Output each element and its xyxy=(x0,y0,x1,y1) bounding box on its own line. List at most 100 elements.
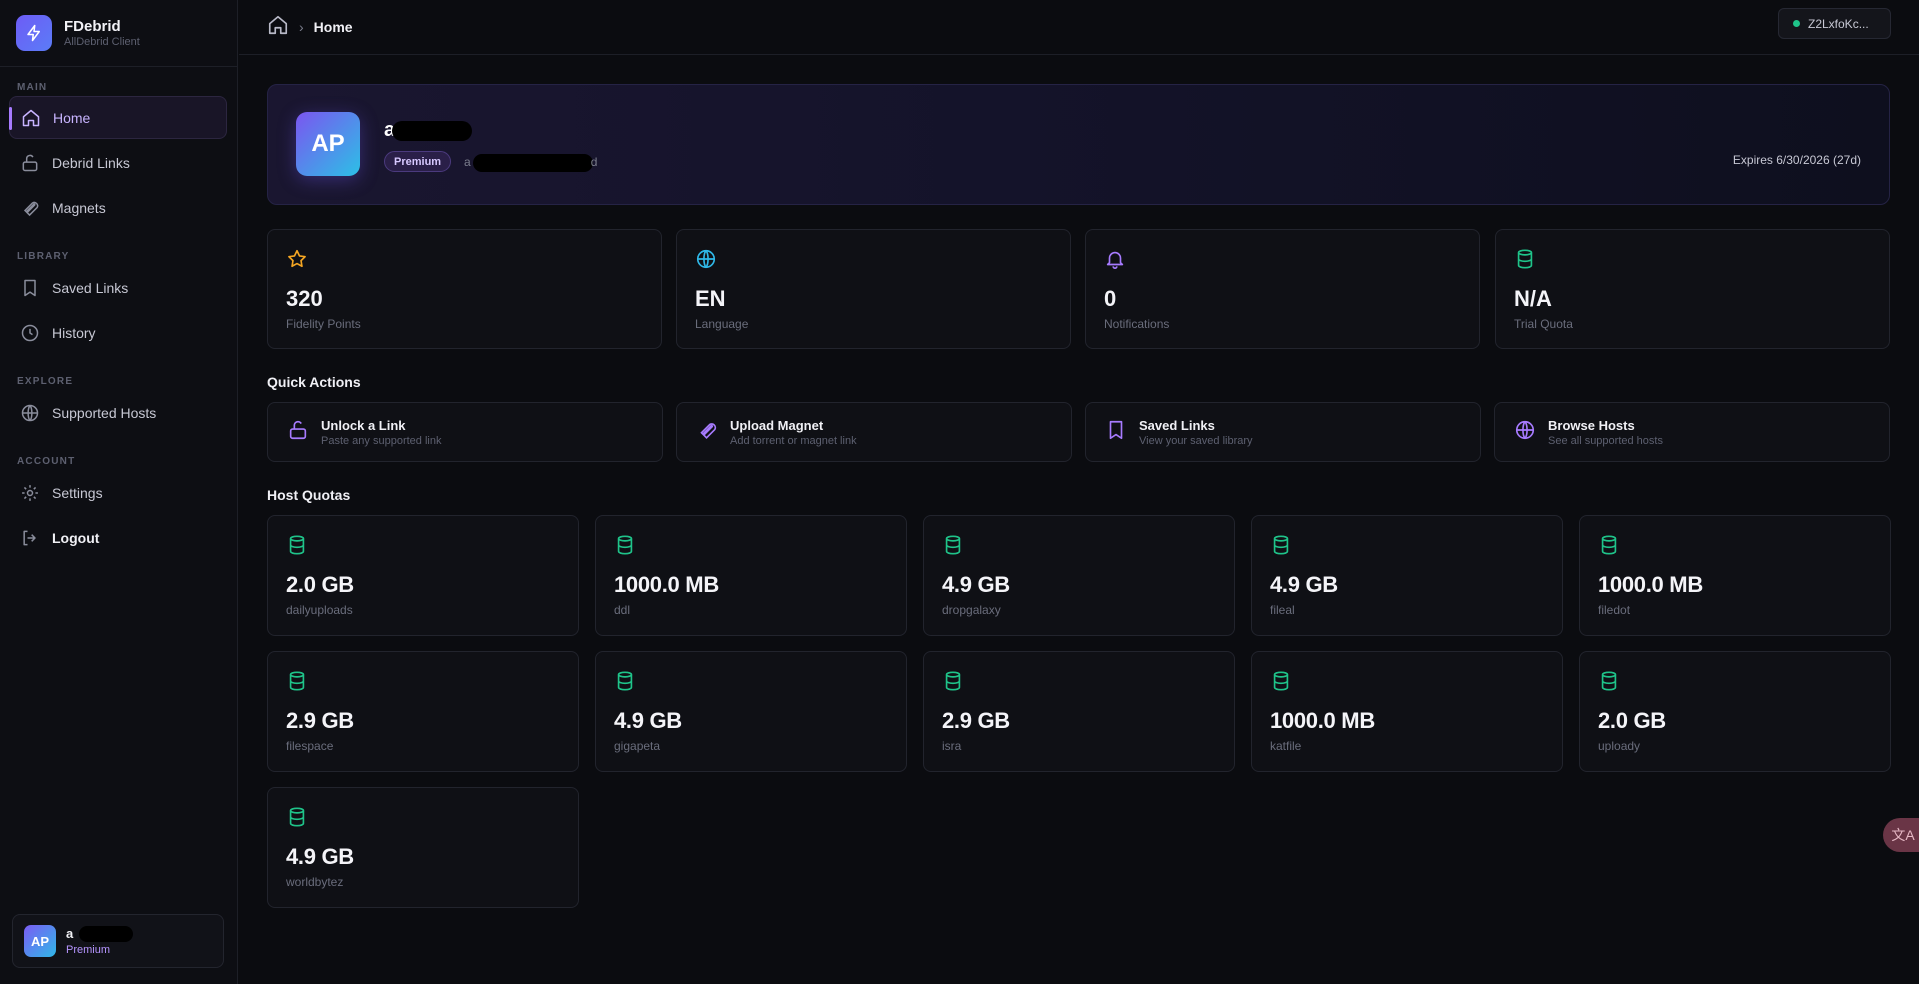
stat-card-language: EN Language xyxy=(676,229,1071,349)
database-icon xyxy=(614,534,636,556)
redaction-block xyxy=(472,154,593,172)
unlock-icon xyxy=(287,419,309,446)
magnet-icon xyxy=(19,197,41,219)
stat-card-fidelity: 320 Fidelity Points xyxy=(267,229,662,349)
quick-action-subtitle: View your saved library xyxy=(1139,434,1253,447)
breadcrumb-home-icon[interactable] xyxy=(267,14,289,41)
section-label-explore: EXPLORE xyxy=(17,376,74,387)
quota-card: 4.9 GB dropgalaxy xyxy=(923,515,1235,636)
section-label-library: LIBRARY xyxy=(17,251,70,262)
stat-label: Trial Quota xyxy=(1514,317,1573,331)
sidebar-item-label: Saved Links xyxy=(52,279,129,296)
sidebar-item-debrid-links[interactable]: Debrid Links xyxy=(9,141,227,184)
profile-name: a xyxy=(384,119,473,142)
brand-title: FDebrid xyxy=(64,18,121,35)
quota-host: filedot xyxy=(1598,603,1631,617)
stat-label: Fidelity Points xyxy=(286,317,361,331)
user-name: a xyxy=(66,926,133,943)
redaction-block xyxy=(392,120,473,141)
stat-label: Notifications xyxy=(1104,317,1170,331)
sidebar: FDebrid AllDebrid Client MAIN Home Debri… xyxy=(0,0,238,984)
avatar: AP xyxy=(296,112,360,176)
quick-action-upload-magnet[interactable]: Upload Magnet Add torrent or magnet link xyxy=(676,402,1072,462)
database-icon xyxy=(1270,534,1292,556)
globe-icon xyxy=(19,402,41,424)
host-quotas-title: Host Quotas xyxy=(267,487,351,503)
sidebar-item-label: Supported Hosts xyxy=(52,404,157,421)
star-icon xyxy=(286,248,308,270)
database-icon xyxy=(1514,248,1536,270)
quick-actions-title: Quick Actions xyxy=(267,374,361,390)
database-icon xyxy=(942,534,964,556)
redaction-block xyxy=(78,926,133,943)
quick-action-title: Upload Magnet xyxy=(730,417,824,433)
stat-value: N/A xyxy=(1514,286,1552,311)
sidebar-item-label: Debrid Links xyxy=(52,154,130,171)
globe-icon xyxy=(1514,419,1536,446)
sidebar-item-saved-links[interactable]: Saved Links xyxy=(9,266,227,309)
sidebar-item-magnets[interactable]: Magnets xyxy=(9,186,227,229)
database-icon xyxy=(1598,534,1620,556)
translate-icon[interactable]: 文A xyxy=(1883,818,1919,852)
user-plan: Premium xyxy=(66,944,111,957)
quota-card: 4.9 GB fileal xyxy=(1251,515,1563,636)
user-card[interactable]: AP a Premium xyxy=(12,914,224,968)
quick-action-subtitle: Add torrent or magnet link xyxy=(730,434,857,447)
database-icon xyxy=(286,806,308,828)
stat-value: 320 xyxy=(286,286,323,311)
quota-value: 4.9 GB xyxy=(286,844,354,869)
quota-card: 2.9 GB filespace xyxy=(267,651,579,772)
quota-card: 1000.0 MB ddl xyxy=(595,515,907,636)
quota-host: dropgalaxy xyxy=(942,603,1001,617)
sidebar-item-supported-hosts[interactable]: Supported Hosts xyxy=(9,391,227,434)
quota-card: 4.9 GB worldbytez xyxy=(267,787,579,908)
quota-value: 2.0 GB xyxy=(286,572,354,597)
sidebar-item-label: Magnets xyxy=(52,199,106,216)
quota-card: 2.0 GB dailyuploads xyxy=(267,515,579,636)
sidebar-item-settings[interactable]: Settings xyxy=(9,471,227,514)
magnet-icon xyxy=(696,419,718,446)
avatar: AP xyxy=(24,925,56,957)
database-icon xyxy=(286,670,308,692)
quick-action-title: Saved Links xyxy=(1139,417,1215,433)
quick-action-browse-hosts[interactable]: Browse Hosts See all supported hosts xyxy=(1494,402,1890,462)
globe-icon xyxy=(695,248,717,270)
quick-action-title: Browse Hosts xyxy=(1548,417,1635,433)
database-icon xyxy=(286,534,308,556)
sidebar-item-label: History xyxy=(52,324,96,341)
sidebar-item-label: Settings xyxy=(52,484,103,501)
sidebar-item-label: Home xyxy=(53,109,91,126)
quick-action-subtitle: Paste any supported link xyxy=(321,434,442,447)
stat-value: 0 xyxy=(1104,286,1117,311)
profile-email: ad xyxy=(464,154,597,172)
brand[interactable]: FDebrid AllDebrid Client xyxy=(0,0,237,67)
database-icon xyxy=(942,670,964,692)
quick-action-unlock-link[interactable]: Unlock a Link Paste any supported link xyxy=(267,402,663,462)
quick-action-saved-links[interactable]: Saved Links View your saved library xyxy=(1085,402,1481,462)
quick-action-title: Unlock a Link xyxy=(321,417,406,433)
quota-host: dailyuploads xyxy=(286,603,353,617)
quota-host: ddl xyxy=(614,603,631,617)
quota-host: isra xyxy=(942,739,962,753)
api-key-chip[interactable]: Z2LxfoKc... xyxy=(1778,8,1891,39)
quota-card: 4.9 GB gigapeta xyxy=(595,651,907,772)
sidebar-item-home[interactable]: Home xyxy=(9,96,227,139)
section-label-main: MAIN xyxy=(17,82,48,93)
database-icon xyxy=(614,670,636,692)
quota-value: 4.9 GB xyxy=(614,708,682,733)
topbar: › Home Z2LxfoKc... xyxy=(239,0,1919,55)
quota-value: 4.9 GB xyxy=(942,572,1010,597)
sidebar-item-history[interactable]: History xyxy=(9,311,227,354)
api-key-label: Z2LxfoKc... xyxy=(1808,16,1869,31)
unlock-icon xyxy=(19,152,41,174)
sidebar-item-logout[interactable]: Logout xyxy=(9,516,227,559)
bell-icon xyxy=(1104,248,1126,270)
expiry-text: Expires 6/30/2026 (27d) xyxy=(1732,153,1861,167)
quota-value: 2.9 GB xyxy=(286,708,354,733)
stat-card-notifications: 0 Notifications xyxy=(1085,229,1480,349)
bookmark-icon xyxy=(1105,419,1127,446)
stat-card-trial-quota: N/A Trial Quota xyxy=(1495,229,1890,349)
quota-host: gigapeta xyxy=(614,739,661,753)
gear-icon xyxy=(19,482,41,504)
quota-value: 2.9 GB xyxy=(942,708,1010,733)
